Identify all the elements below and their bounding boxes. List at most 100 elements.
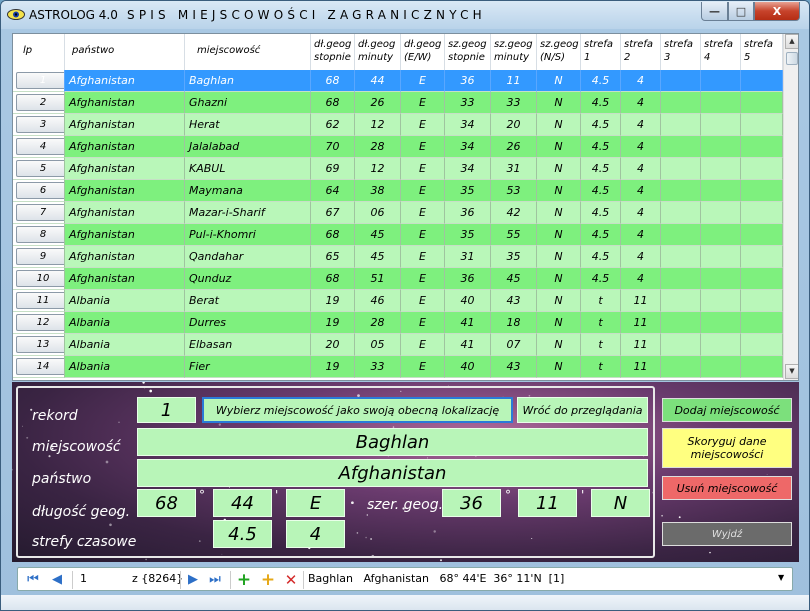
table-cell[interactable]: N	[537, 312, 581, 334]
table-cell[interactable]: Pul-i-Khomri	[185, 224, 311, 246]
row-number-cell[interactable]: 10	[13, 268, 65, 290]
table-cell[interactable]: Afghanistan	[65, 70, 185, 92]
table-cell[interactable]: 33	[445, 92, 491, 114]
table-cell[interactable]: N	[537, 356, 581, 378]
places-grid[interactable]: lp państwo miejscowość dł.geog stopnie dł.ge…	[12, 33, 799, 381]
vertical-scrollbar[interactable]: ▲ ▼	[783, 34, 798, 380]
table-cell[interactable]: 4	[621, 224, 661, 246]
table-cell[interactable]: 46	[355, 290, 401, 312]
longitude-minutes-field[interactable]: 44	[213, 489, 272, 517]
table-cell[interactable]: 4.5	[581, 202, 621, 224]
table-cell[interactable]: Qunduz	[185, 268, 311, 290]
table-cell[interactable]	[701, 136, 741, 158]
table-cell[interactable]	[701, 202, 741, 224]
table-cell[interactable]: 4.5	[581, 180, 621, 202]
table-cell[interactable]	[661, 180, 701, 202]
table-cell[interactable]	[701, 158, 741, 180]
column-header[interactable]: dł.geog stopnie	[311, 34, 355, 70]
row-select-button[interactable]: 8	[16, 226, 64, 243]
table-cell[interactable]: Afghanistan	[65, 114, 185, 136]
table-cell[interactable]: Afghanistan	[65, 202, 185, 224]
table-cell[interactable]: 4.5	[581, 224, 621, 246]
table-cell[interactable]	[701, 224, 741, 246]
longitude-degrees-field[interactable]: 68	[137, 489, 196, 517]
table-cell[interactable]: 19	[311, 290, 355, 312]
table-cell[interactable]	[661, 224, 701, 246]
table-row[interactable]: 13 Albania Elbasan 20 05 E 41 07 Nt 11	[13, 334, 783, 356]
table-cell[interactable]	[701, 246, 741, 268]
city-field[interactable]: Baghlan	[137, 428, 648, 456]
table-cell[interactable]: 35	[445, 180, 491, 202]
column-header[interactable]: strefa 3	[661, 34, 701, 70]
table-cell[interactable]: N	[537, 136, 581, 158]
table-cell[interactable]: 12	[355, 114, 401, 136]
table-cell[interactable]: 4.5	[581, 92, 621, 114]
table-cell[interactable]: 26	[491, 136, 537, 158]
table-cell[interactable]: 62	[311, 114, 355, 136]
row-number-cell[interactable]: 14	[13, 356, 65, 378]
edit-place-button[interactable]: Skoryguj dane miejscowości	[662, 428, 792, 468]
scroll-thumb[interactable]	[786, 52, 798, 65]
table-cell[interactable]: 68	[311, 92, 355, 114]
table-cell[interactable]: 06	[355, 202, 401, 224]
table-cell[interactable]	[661, 268, 701, 290]
table-cell[interactable]: 07	[491, 334, 537, 356]
row-number-cell[interactable]: 6	[13, 180, 65, 202]
table-cell[interactable]	[661, 92, 701, 114]
table-cell[interactable]: 4.5	[581, 136, 621, 158]
latitude-degrees-field[interactable]: 36	[442, 489, 501, 517]
table-row[interactable]: 6 Afghanistan Maymana 64 38 E 35 53 N 4.5 4	[13, 180, 783, 202]
table-cell[interactable]	[701, 334, 741, 356]
row-select-button[interactable]: 14	[16, 358, 64, 375]
table-cell[interactable]: 4	[621, 114, 661, 136]
table-cell[interactable]: 31	[445, 246, 491, 268]
next-record-icon[interactable]: ▶	[186, 571, 200, 589]
table-row[interactable]: 7 Afghanistan Mazar-i-Sharif 67 06 E 36 42 N 4.5 4	[13, 202, 783, 224]
table-cell[interactable]: 4.5	[581, 268, 621, 290]
table-cell[interactable]: 44	[355, 70, 401, 92]
table-cell[interactable]: Maymana	[185, 180, 311, 202]
table-cell[interactable]: N	[537, 290, 581, 312]
table-cell[interactable]: N	[537, 202, 581, 224]
table-cell[interactable]: 69	[311, 158, 355, 180]
table-cell[interactable]: E	[401, 92, 445, 114]
table-cell[interactable]	[741, 114, 783, 136]
table-cell[interactable]: 70	[311, 136, 355, 158]
table-cell[interactable]: 19	[311, 356, 355, 378]
table-cell[interactable]: 40	[445, 356, 491, 378]
table-cell[interactable]: Herat	[185, 114, 311, 136]
table-cell[interactable]	[741, 290, 783, 312]
table-cell[interactable]	[661, 356, 701, 378]
table-cell[interactable]: E	[401, 224, 445, 246]
table-cell[interactable]	[701, 180, 741, 202]
table-cell[interactable]	[701, 70, 741, 92]
row-select-button[interactable]: 4	[16, 138, 64, 155]
table-cell[interactable]: 64	[311, 180, 355, 202]
table-cell[interactable]: 12	[355, 158, 401, 180]
table-cell[interactable]: N	[537, 180, 581, 202]
table-cell[interactable]: E	[401, 356, 445, 378]
add-place-button[interactable]: Dodaj miejscowość	[662, 398, 792, 422]
table-cell[interactable]	[741, 224, 783, 246]
row-select-button[interactable]: 1	[16, 72, 64, 89]
table-cell[interactable]: N	[537, 224, 581, 246]
table-cell[interactable]: 68	[311, 70, 355, 92]
table-row[interactable]: 11 Albania Berat 19 46 E 40 43 Nt 11	[13, 290, 783, 312]
table-cell[interactable]	[701, 312, 741, 334]
column-header[interactable]: dł.geog minuty	[355, 34, 401, 70]
column-header[interactable]: strefa 2	[621, 34, 661, 70]
table-cell[interactable]: 4	[621, 136, 661, 158]
row-select-button[interactable]: 3	[16, 116, 64, 133]
scroll-down-icon[interactable]: ▼	[785, 364, 798, 379]
row-select-button[interactable]: 7	[16, 204, 64, 221]
latitude-direction-field[interactable]: N	[591, 489, 650, 517]
table-cell[interactable]: 43	[491, 290, 537, 312]
table-cell[interactable]: Albania	[65, 356, 185, 378]
table-row[interactable]: 12 Albania Durres 19 28 E 41 18 Nt 11	[13, 312, 783, 334]
table-cell[interactable]: N	[537, 334, 581, 356]
row-number-cell[interactable]: 13	[13, 334, 65, 356]
table-cell[interactable]: 55	[491, 224, 537, 246]
table-cell[interactable]: N	[537, 70, 581, 92]
table-cell[interactable]: N	[537, 114, 581, 136]
table-cell[interactable]: 4	[621, 180, 661, 202]
